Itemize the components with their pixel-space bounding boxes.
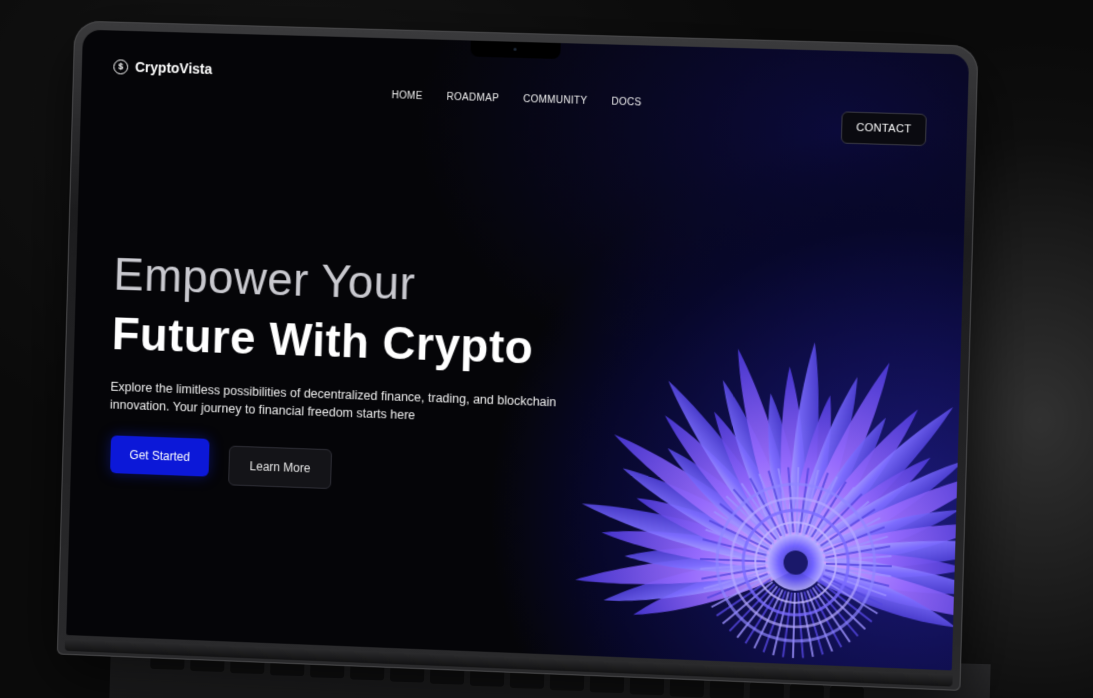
get-started-button[interactable]: Get Started bbox=[110, 435, 210, 477]
nav-item-roadmap[interactable]: ROADMAP bbox=[446, 92, 499, 105]
nav-item-docs[interactable]: DOCS bbox=[611, 97, 641, 109]
hero-title-line2: Future With Crypto bbox=[111, 307, 535, 374]
brand-logo[interactable]: $ CryptoVista bbox=[113, 58, 212, 77]
website-screen: $ CryptoVista HOME ROADMAP COMMUNITY DOC… bbox=[66, 29, 970, 671]
nav-item-home[interactable]: HOME bbox=[391, 90, 422, 102]
learn-more-button[interactable]: Learn More bbox=[228, 445, 333, 490]
contact-button[interactable]: CONTACT bbox=[840, 111, 927, 147]
camera-notch bbox=[470, 40, 561, 60]
brand-name: CryptoVista bbox=[134, 58, 213, 78]
laptop-lid: $ CryptoVista HOME ROADMAP COMMUNITY DOC… bbox=[56, 20, 979, 691]
camera-icon bbox=[513, 47, 517, 51]
main-nav: HOME ROADMAP COMMUNITY DOCS bbox=[391, 90, 641, 108]
crypto-flower-illustration bbox=[574, 341, 970, 670]
dollar-coin-icon: $ bbox=[113, 58, 129, 75]
hero-title-line1: Empower Your bbox=[112, 247, 417, 310]
nav-item-community[interactable]: COMMUNITY bbox=[523, 94, 588, 107]
scene-background: $ CryptoVista HOME ROADMAP COMMUNITY DOC… bbox=[0, 0, 1093, 698]
